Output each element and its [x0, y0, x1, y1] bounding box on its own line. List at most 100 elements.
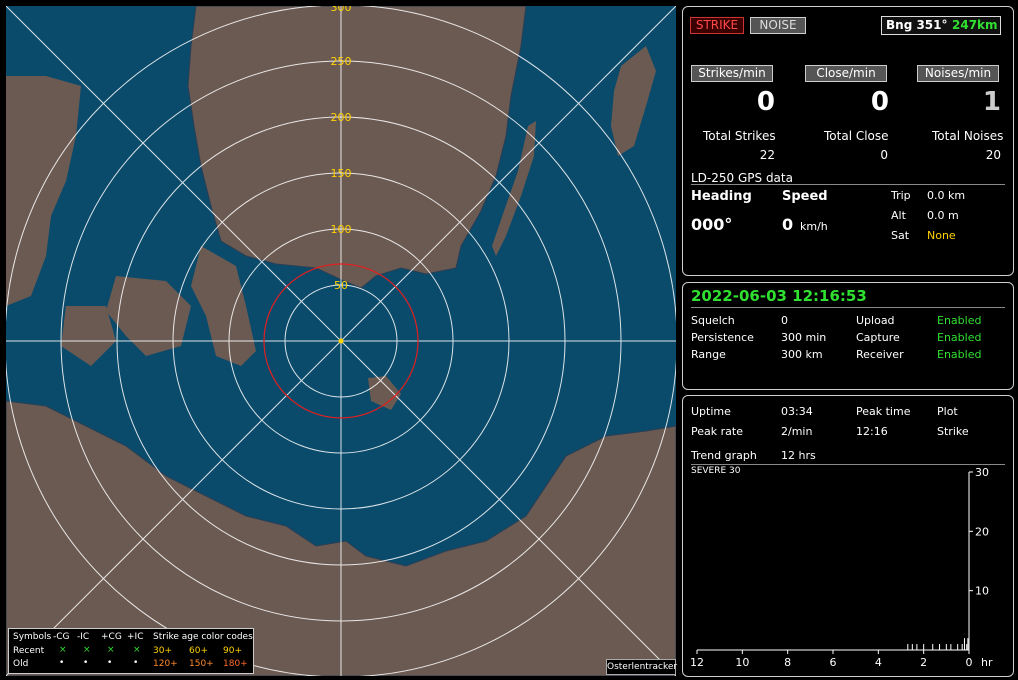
- status-panel: STRIKE NOISE Bng 351° 247km Strikes/min …: [682, 6, 1014, 276]
- peak-rate-value: 2/min: [781, 425, 813, 438]
- recent-neg-cg-icon: ×: [59, 645, 67, 655]
- trip-label: Trip: [891, 189, 911, 202]
- plot-label: Plot: [937, 405, 958, 418]
- age-150: 150+: [189, 659, 214, 669]
- range-label: Range: [691, 348, 726, 361]
- strikes-min-header: Strikes/min: [691, 65, 773, 82]
- persistence-label: Persistence: [691, 331, 754, 344]
- age-30: 30+: [153, 646, 172, 656]
- old-pos-cg-icon: •: [107, 658, 113, 668]
- legend-col-neg-cg: -CG: [53, 632, 70, 642]
- peak-rate-label: Peak rate: [691, 425, 743, 438]
- stats-panel: Uptime 03:34 Peak time Plot Peak rate 2/…: [682, 395, 1014, 677]
- upload-value: Enabled: [937, 314, 982, 327]
- x-tick-label: 0: [966, 656, 973, 669]
- uptime-label: Uptime: [691, 405, 731, 418]
- radar-map[interactable]: 50 100 150 200 250 300: [6, 6, 676, 676]
- distance-value: 247km: [952, 18, 998, 32]
- y-tick-label: 20: [975, 525, 989, 538]
- x-tick-label: 12: [690, 656, 704, 669]
- y-tick-label: 30: [975, 466, 989, 479]
- range-value: 300 km: [781, 348, 823, 361]
- heading-label: Heading: [691, 189, 752, 204]
- total-strikes-label: Total Strikes: [703, 129, 776, 143]
- speed-label: Speed: [782, 189, 828, 204]
- noise-indicator[interactable]: NOISE: [750, 17, 806, 34]
- capture-value: Enabled: [937, 331, 982, 344]
- legend-symbols-label: Symbols: [13, 632, 52, 642]
- receiver-label: Receiver: [856, 348, 904, 361]
- x-tick-label: 10: [735, 656, 749, 669]
- total-noises-value: 20: [985, 148, 1001, 162]
- legend-col-pos-ic: +IC: [127, 632, 144, 642]
- persistence-value: 300 min: [781, 331, 827, 344]
- trend-graph: SEVERE 30 12 10 8 6 4 2 0 hr302010: [690, 466, 993, 669]
- range-label-100: 100: [331, 223, 352, 236]
- bearing-readout: Bng 351° 247km: [881, 16, 1001, 35]
- sat-value: None: [927, 229, 956, 242]
- range-label-50: 50: [334, 279, 348, 292]
- range-label-300: 300: [331, 6, 352, 14]
- legend-age-title: Strike age color codes: [153, 632, 253, 642]
- x-tick-label: 4: [875, 656, 882, 669]
- squelch-value: 0: [781, 314, 788, 327]
- upload-label: Upload: [856, 314, 895, 327]
- squelch-label: Squelch: [691, 314, 735, 327]
- trend-label: Trend graph: [691, 449, 757, 462]
- total-strikes-value: 22: [759, 148, 775, 162]
- plot-value[interactable]: Strike: [937, 425, 969, 438]
- x-tick-label: 8: [784, 656, 791, 669]
- alt-value: 0.0 m: [927, 209, 959, 222]
- x-tick-label: 2: [920, 656, 927, 669]
- total-close-value: 0: [880, 148, 888, 162]
- station-marker: [338, 338, 344, 344]
- sat-label: Sat: [891, 229, 910, 242]
- y-tick-label: 10: [975, 585, 989, 598]
- close-min-value: 0: [870, 87, 889, 117]
- settings-separator: [691, 307, 1005, 308]
- receiver-value: Enabled: [937, 348, 982, 361]
- age-60: 60+: [189, 646, 208, 656]
- total-close-label: Total Close: [824, 129, 889, 143]
- range-label-250: 250: [331, 55, 352, 68]
- old-pos-ic-icon: •: [133, 658, 139, 668]
- legend-recent-label: Recent: [13, 646, 45, 656]
- legend-col-pos-cg: +CG: [101, 632, 122, 642]
- strike-indicator[interactable]: STRIKE: [690, 17, 744, 34]
- bearing-value: Bng 351°: [886, 18, 948, 32]
- speed-unit: km/h: [800, 220, 828, 233]
- speed-value: 0: [782, 215, 794, 234]
- noises-min-value: 1: [982, 87, 1001, 117]
- peak-time-label: Peak time: [856, 405, 911, 418]
- recent-neg-ic-icon: ×: [83, 645, 91, 655]
- heading-value: 000°: [691, 215, 733, 234]
- close-min-header: Close/min: [805, 65, 887, 82]
- settings-panel: 2022-06-03 12:16:53 Squelch 0 Persistenc…: [682, 282, 1014, 390]
- credit-label: Osterlentracker: [606, 659, 677, 675]
- range-label-150: 150: [331, 167, 352, 180]
- symbol-legend: Symbols -CG -IC +CG +IC Recent Old × × ×…: [8, 628, 254, 674]
- old-neg-ic-icon: •: [83, 658, 89, 668]
- datetime-display: 2022-06-03 12:16:53: [691, 287, 867, 305]
- uptime-value: 03:34: [781, 405, 813, 418]
- total-noises-label: Total Noises: [932, 129, 1004, 143]
- x-unit-label: hr: [981, 656, 993, 669]
- x-tick-label: 6: [830, 656, 837, 669]
- legend-col-neg-ic: -IC: [77, 632, 90, 642]
- old-neg-cg-icon: •: [59, 658, 65, 668]
- noises-min-header: Noises/min: [917, 65, 999, 82]
- legend-old-label: Old: [13, 659, 29, 669]
- age-120: 120+: [153, 659, 178, 669]
- range-label-200: 200: [331, 111, 352, 124]
- age-180: 180+: [223, 659, 248, 669]
- age-90: 90+: [223, 646, 242, 656]
- recent-pos-cg-icon: ×: [107, 645, 115, 655]
- gps-title: LD-250 GPS data: [691, 171, 793, 185]
- alt-label: Alt: [891, 209, 906, 222]
- map-canvas: 50 100 150 200 250 300: [6, 6, 676, 676]
- trip-value: 0.0 km: [927, 189, 966, 202]
- capture-label: Capture: [856, 331, 900, 344]
- strikes-min-value: 0: [756, 87, 775, 117]
- trend-value: 12 hrs: [781, 449, 816, 462]
- recent-pos-ic-icon: ×: [133, 645, 141, 655]
